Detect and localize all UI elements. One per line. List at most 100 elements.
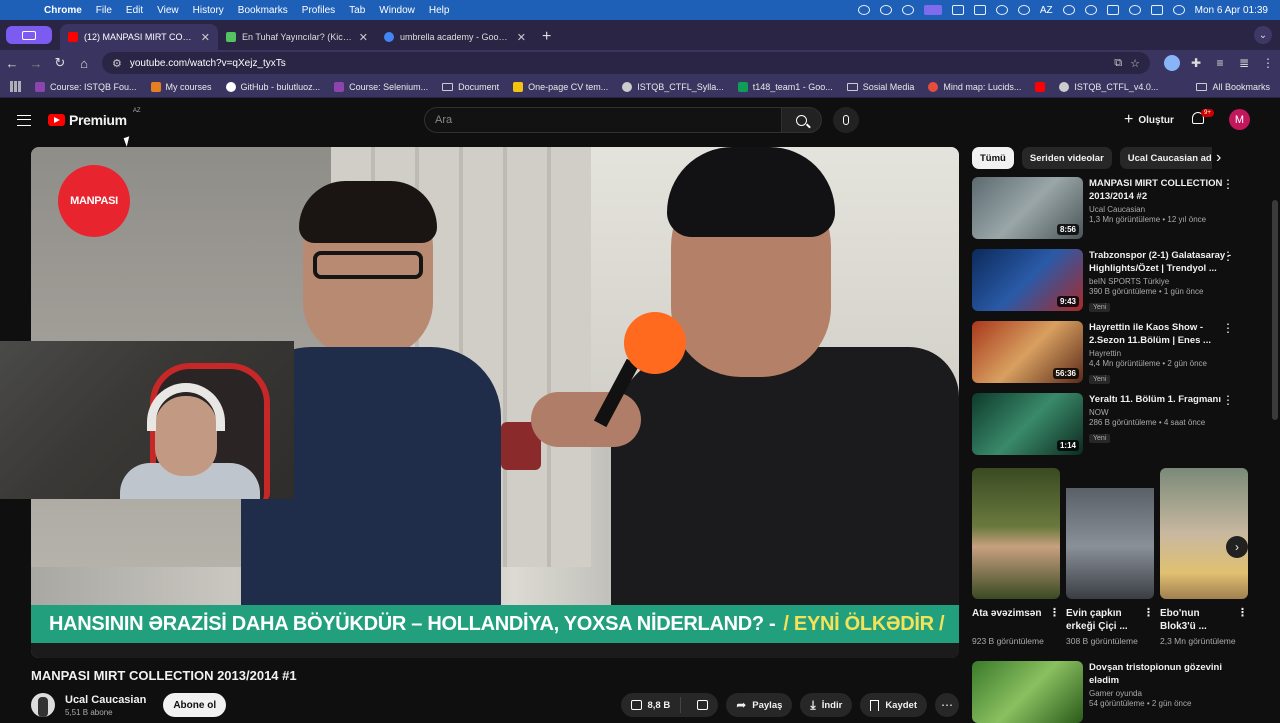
tab-list-chevron-icon[interactable]: ⌄ [1254, 26, 1272, 44]
related-video[interactable]: 56:36 Hayrettin ile Kaos Show - 2.Sezon … [972, 321, 1252, 387]
screen-share-icon[interactable] [901, 5, 914, 15]
kebab-menu-icon[interactable]: ⋮ [1049, 607, 1060, 620]
menu-window[interactable]: Window [379, 5, 415, 16]
site-info-icon[interactable]: ⚙ [112, 57, 122, 70]
related-video[interactable]: 8:56 MANPASI MIRT COLLECTION 2013/2014 #… [972, 177, 1252, 243]
kebab-menu-icon[interactable]: ⋮ [1237, 607, 1248, 620]
related-title[interactable]: Dovşan tristopionun gözevini elədim [1089, 661, 1252, 687]
notion-icon[interactable] [951, 5, 964, 15]
bookmark-item[interactable]: GitHub - bulutluoz... [225, 81, 320, 92]
reading-list-icon[interactable]: ≡ [1208, 56, 1232, 70]
download-button[interactable]: ⤓ İndir [800, 693, 853, 717]
tab-search-button[interactable] [6, 26, 52, 44]
search-input[interactable]: Ara [424, 107, 781, 133]
save-button[interactable]: Kaydet [860, 693, 927, 717]
menu-edit[interactable]: Edit [126, 5, 143, 16]
bookmark-star-icon[interactable]: ☆ [1130, 57, 1140, 70]
clock[interactable]: Mon 6 Apr 01:39 [1195, 5, 1268, 16]
timer-icon[interactable] [1017, 5, 1030, 15]
bookmark-item[interactable]: ISTQB_CTFL_v4.0... [1059, 81, 1158, 92]
create-button[interactable]: + Oluştur [1118, 108, 1180, 132]
subscribe-button[interactable]: Abone ol [163, 693, 227, 717]
bookmark-item[interactable]: t148_team1 - Goo... [737, 81, 833, 92]
menu-history[interactable]: History [193, 5, 224, 16]
short-thumbnail[interactable] [1160, 468, 1248, 599]
record-icon[interactable] [879, 5, 892, 15]
menu-app[interactable]: Chrome [44, 5, 82, 16]
chevron-right-icon[interactable]: › [1226, 536, 1248, 558]
close-icon[interactable]: ✕ [201, 31, 210, 44]
extensions-puzzle-icon[interactable]: ✚ [1184, 56, 1208, 70]
youtube-premium-logo[interactable]: Premium AZ [48, 108, 140, 128]
bookmark-item[interactable]: ISTQB_CTFL_Sylla... [622, 81, 724, 92]
bookmark-folder[interactable]: Sosial Media [846, 82, 914, 92]
home-icon[interactable]: ⌂ [72, 56, 96, 71]
short-thumbnail[interactable] [972, 468, 1060, 599]
tab-kick[interactable]: En Tuhaf Yayıncılar? (Kick Ya ✕ [218, 24, 376, 50]
forward-arrow-icon[interactable]: → [24, 56, 48, 71]
menu-bookmarks[interactable]: Bookmarks [238, 5, 288, 16]
more-menu-icon[interactable]: ⋮ [1256, 56, 1280, 70]
account-avatar[interactable]: M [1229, 109, 1250, 130]
bookmark-item[interactable] [1035, 81, 1046, 92]
bluetooth-icon[interactable] [1062, 5, 1075, 15]
voice-search-button[interactable] [833, 107, 859, 133]
camera-icon[interactable] [973, 5, 986, 15]
menu-profiles[interactable]: Profiles [302, 5, 335, 16]
google-lens-icon[interactable] [1164, 55, 1180, 71]
chip-all[interactable]: Tümü [972, 147, 1014, 169]
tab-google[interactable]: umbrella academy - Google'c ✕ [376, 24, 534, 50]
bookmark-item[interactable]: One-page CV tem... [513, 81, 608, 92]
kebab-menu-icon[interactable]: ⋮ [1222, 321, 1234, 335]
menu-tab[interactable]: Tab [349, 5, 365, 16]
menu-help[interactable]: Help [429, 5, 450, 16]
reload-icon[interactable]: ↻ [48, 55, 72, 71]
related-channel[interactable]: Ucal Caucasian [1089, 205, 1252, 214]
kebab-menu-icon[interactable]: ⋮ [1222, 393, 1234, 407]
new-tab-plus-icon[interactable]: + [542, 28, 551, 46]
short-item[interactable]: Evin çapkın erkeği Çiçi ... ⋮ 308 B görün… [1066, 468, 1154, 647]
spotlight-search-icon[interactable] [1128, 5, 1141, 15]
control-center-icon[interactable] [1150, 5, 1163, 15]
page-scrollbar[interactable] [1272, 200, 1278, 420]
short-thumbnail[interactable] [1066, 468, 1154, 599]
menu-file[interactable]: File [96, 5, 112, 16]
hamburger-menu-icon[interactable] [17, 114, 31, 126]
tab-youtube[interactable]: (12) MANPASI MIRT COLLECTI ✕ [60, 24, 218, 50]
close-icon[interactable]: ✕ [517, 31, 526, 44]
close-icon[interactable]: ✕ [359, 31, 368, 44]
share-button[interactable]: ➦ Paylaş [726, 693, 793, 717]
play-icon[interactable] [995, 5, 1008, 15]
tab-search-icon[interactable]: ≣ [1232, 56, 1256, 70]
video-thumbnail[interactable]: 56:36 [972, 321, 1083, 383]
install-app-icon[interactable]: ⧉ [1114, 57, 1122, 70]
dislike-button[interactable] [687, 697, 718, 713]
all-bookmarks[interactable]: All Bookmarks [1196, 82, 1270, 92]
related-channel[interactable]: NOW [1089, 408, 1252, 417]
video-thumbnail[interactable]: 8:56 [972, 177, 1083, 239]
channel-avatar[interactable] [31, 693, 55, 717]
menubar-app-icon[interactable] [923, 5, 942, 15]
related-video[interactable]: 1:14 Yeraltı 11. Bölüm 1. Fragmanı NOW 2… [972, 393, 1252, 459]
kebab-menu-icon[interactable]: ⋮ [1222, 177, 1234, 191]
keyboard-layout[interactable]: AZ [1040, 5, 1053, 16]
search-button[interactable] [781, 107, 822, 133]
related-video[interactable]: 9:43 Trabzonspor (2-1) Galatasaray - Hig… [972, 249, 1252, 315]
wifi-icon[interactable] [1084, 5, 1097, 15]
chip-series[interactable]: Seriden videolar [1021, 147, 1112, 169]
related-channel[interactable]: beIN SPORTS Türkiye [1089, 277, 1252, 286]
channel-name[interactable]: Ucal Caucasian [65, 694, 146, 706]
bookmark-item[interactable]: Course: ISTQB Fou... [35, 81, 137, 92]
status-dot-icon[interactable] [857, 5, 870, 15]
bookmark-item[interactable]: Mind map: Lucids... [928, 81, 1021, 92]
siri-icon[interactable] [1172, 5, 1185, 15]
battery-icon[interactable] [1106, 5, 1119, 15]
related-video[interactable]: Dovşan tristopionun gözevini elədim Game… [972, 661, 1252, 723]
url-text[interactable]: youtube.com/watch?v=qXejz_tyxTs [130, 58, 1106, 69]
short-title-text[interactable]: Ata əvəzimsən [972, 608, 1041, 619]
bookmark-folder[interactable]: Document [442, 82, 499, 92]
more-actions-button[interactable]: ⋯ [935, 693, 959, 717]
video-thumbnail[interactable] [972, 661, 1083, 723]
kebab-menu-icon[interactable]: ⋮ [1222, 249, 1234, 263]
like-button[interactable]: 8,8 B [621, 697, 682, 713]
